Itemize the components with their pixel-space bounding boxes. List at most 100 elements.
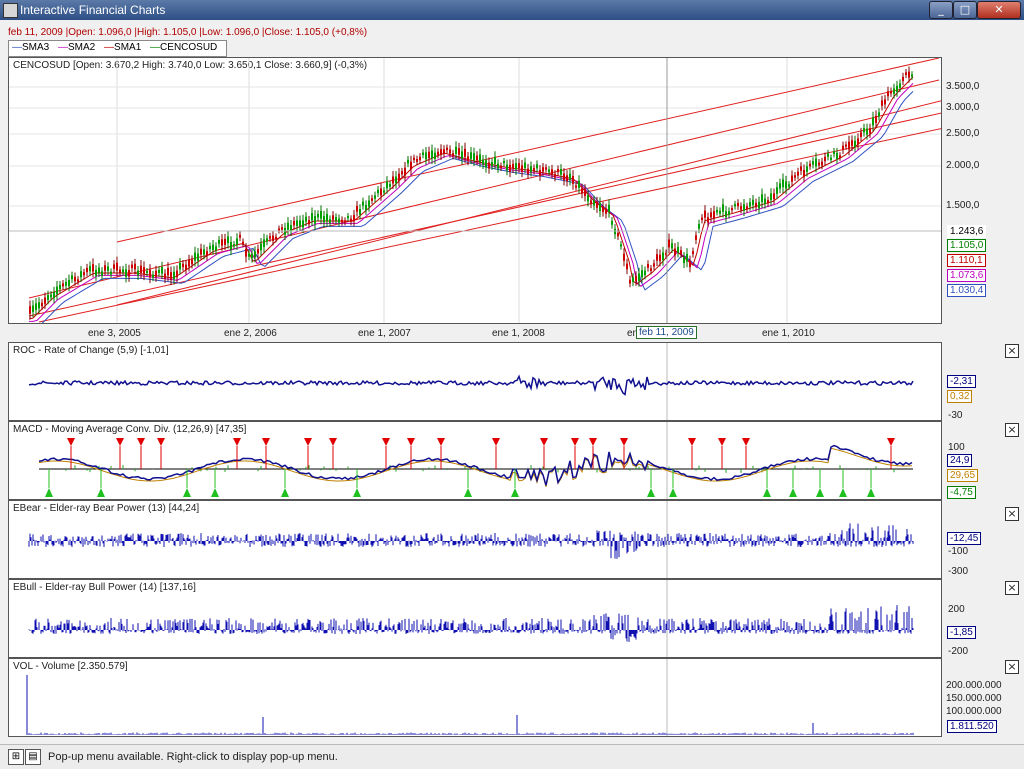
series-legend[interactable]: —SMA3 —SMA2 —SMA1 —CENCOSUD	[8, 40, 228, 57]
candle-body	[911, 74, 913, 77]
candle-body	[200, 248, 202, 255]
legend-item-sma2[interactable]: —SMA2	[58, 42, 95, 53]
volume-value-box: 1.811.520	[947, 720, 997, 733]
moving-average-line	[29, 83, 914, 322]
trendline	[28, 79, 940, 299]
candle-body	[359, 208, 361, 215]
candle-body	[344, 220, 346, 223]
candle-body	[857, 138, 859, 145]
candle-body	[287, 222, 289, 230]
candle-body	[617, 232, 619, 237]
ebull-indicator-panel[interactable]: EBull - Elder-ray Bull Power (14) [137,1…	[8, 579, 942, 658]
ebear-y-tick: -100	[948, 546, 969, 557]
candle-body	[848, 141, 850, 150]
candle-body	[329, 219, 331, 223]
candle-body	[806, 166, 808, 172]
candle-body	[182, 263, 184, 268]
candle-body	[701, 217, 703, 221]
roc-indicator-panel[interactable]: ROC - Rate of Change (5,9) [-1,01]	[8, 342, 942, 421]
legend-item-sma1[interactable]: —SMA1	[104, 42, 141, 53]
price-chart-canvas[interactable]	[9, 58, 941, 323]
macd-canvas[interactable]	[9, 422, 941, 499]
close-ebull-panel-button[interactable]: ×	[1005, 581, 1019, 595]
candle-body	[191, 259, 193, 265]
candle-body	[893, 88, 895, 94]
close-window-button[interactable]: ✕	[977, 1, 1021, 19]
candle-body	[242, 241, 244, 245]
ebull-value-box: -1,85	[947, 626, 976, 639]
close-macd-panel-button[interactable]: ×	[1005, 423, 1019, 437]
candle-body	[884, 99, 886, 105]
candle-body	[821, 161, 823, 166]
candle-body	[548, 169, 550, 173]
candle-body	[635, 275, 637, 282]
trendline	[28, 112, 941, 317]
sell-signal-arrow	[718, 438, 726, 446]
candle-body	[374, 195, 376, 199]
ebull-canvas[interactable]	[9, 580, 941, 657]
sell-signal-arrow	[742, 438, 750, 446]
y-tick-label: 2.500,0	[946, 128, 980, 139]
candle-body	[29, 306, 31, 314]
candle-body	[761, 194, 763, 203]
candle-body	[551, 169, 553, 175]
sell-signal-arrow	[887, 438, 895, 446]
minimize-button[interactable]: _	[929, 1, 953, 19]
maximize-button[interactable]: □	[953, 1, 977, 19]
macd-indicator-panel[interactable]: MACD - Moving Average Conv. Div. (12,26,…	[8, 421, 942, 500]
buy-signal-arrow	[669, 488, 677, 497]
ebear-canvas[interactable]	[9, 501, 941, 578]
candle-body	[869, 128, 871, 134]
candle-body	[467, 156, 469, 161]
candle-body	[143, 267, 145, 275]
sma2-value-box: 1.073,6	[947, 269, 987, 282]
sell-signal-arrow	[688, 438, 696, 446]
status-bar: ⊞ ▤ Pop-up menu available. Right-click t…	[0, 744, 1024, 769]
y-tick-label: 1.500,0	[946, 200, 980, 211]
trendline	[116, 100, 941, 306]
price-chart-panel[interactable]: CENCOSUD [Open: 3.670,2 High: 3.740,0 Lo…	[8, 57, 942, 324]
candle-body	[35, 303, 37, 310]
candle-body	[41, 302, 43, 307]
candle-body	[827, 153, 829, 157]
candle-body	[653, 263, 655, 267]
close-ebear-panel-button[interactable]: ×	[1005, 507, 1019, 521]
buy-signal-arrow	[211, 488, 219, 497]
macd-signal-line	[38, 447, 913, 488]
title-bar[interactable]: Interactive Financial Charts _ □ ✕	[0, 0, 1024, 20]
print-icon[interactable]: ▤	[25, 749, 41, 765]
candle-body	[629, 279, 631, 284]
close-roc-panel-button[interactable]: ×	[1005, 344, 1019, 358]
resize-grip-icon[interactable]: ⊞	[8, 749, 24, 765]
volume-indicator-panel[interactable]: VOL - Volume [2.350.579]	[8, 658, 942, 737]
roc-signal-value-box: 0,32	[947, 390, 973, 403]
candle-body	[626, 263, 628, 270]
candle-body	[704, 210, 706, 218]
roc-line	[28, 374, 914, 396]
candle-body	[494, 156, 496, 164]
volume-canvas[interactable]	[9, 659, 941, 736]
macd-hist-value-box: -4,75	[947, 486, 976, 499]
candle-body	[677, 246, 679, 253]
legend-label: CENCOSUD	[160, 42, 218, 53]
candle-body	[830, 157, 832, 160]
legend-item-sma3[interactable]: —SMA3	[12, 42, 49, 53]
candle-body	[791, 175, 793, 182]
candle-body	[503, 161, 505, 164]
roc-canvas[interactable]	[9, 343, 941, 420]
candle-body	[773, 193, 775, 200]
buy-signal-arrow	[511, 488, 519, 497]
candle-body	[578, 180, 580, 188]
candle-body	[299, 220, 301, 227]
candle-body	[800, 166, 802, 171]
candle-body	[683, 257, 685, 264]
close-volume-panel-button[interactable]: ×	[1005, 660, 1019, 674]
buy-signal-arrow	[763, 488, 771, 497]
candle-body	[434, 152, 436, 159]
window-title: Interactive Financial Charts	[20, 3, 166, 17]
legend-item-cencosud[interactable]: —CENCOSUD	[150, 42, 217, 53]
candle-body	[881, 100, 883, 106]
candle-body	[566, 175, 568, 182]
candle-body	[722, 204, 724, 212]
ebear-indicator-panel[interactable]: EBear - Elder-ray Bear Power (13) [44,24…	[8, 500, 942, 579]
